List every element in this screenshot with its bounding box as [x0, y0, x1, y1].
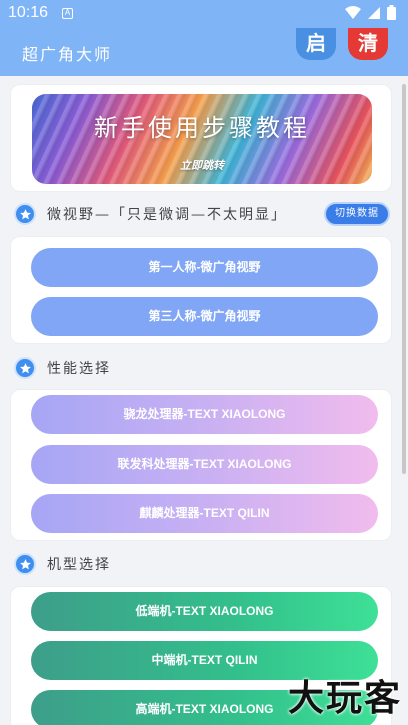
banner-card: 新手使用步骤教程 立即跳转	[10, 84, 392, 192]
mediatek-button[interactable]: 联发科处理器-TEXT XIAOLONG	[31, 445, 378, 484]
signal-icon	[368, 6, 380, 19]
system-icons	[345, 5, 396, 20]
section-label-view: 微视野—「只是微调—不太明显」	[47, 207, 287, 223]
tutorial-banner[interactable]: 新手使用步骤教程 立即跳转	[32, 94, 372, 184]
star-icon	[14, 553, 36, 575]
section-header-model: 机型选择	[14, 552, 111, 576]
notification-icon: A	[62, 8, 73, 19]
section-header-performance: 性能选择	[14, 356, 111, 380]
app-bar: 超广角大师 启 清	[0, 28, 408, 76]
snapdragon-button[interactable]: 骁龙处理器-TEXT XIAOLONG	[31, 395, 378, 434]
banner-title: 新手使用步骤教程	[94, 114, 310, 142]
switch-data-button[interactable]: 切换数据	[324, 202, 390, 226]
scrollbar[interactable]	[402, 84, 406, 474]
battery-icon	[387, 5, 396, 20]
start-button[interactable]: 启	[296, 28, 336, 60]
watermark: 大玩客	[287, 678, 402, 719]
section-label-model: 机型选择	[47, 557, 111, 573]
performance-card: 骁龙处理器-TEXT XIAOLONG 联发科处理器-TEXT XIAOLONG…	[10, 389, 392, 541]
status-time: 10:16	[8, 4, 49, 21]
third-person-button[interactable]: 第三人称-微广角视野	[31, 297, 378, 336]
kirin-button[interactable]: 麒麟处理器-TEXT QILIN	[31, 494, 378, 533]
app-title: 超广角大师	[22, 45, 113, 64]
status-bar: 10:16 A	[0, 0, 408, 28]
clear-button[interactable]: 清	[348, 28, 388, 60]
low-end-button[interactable]: 低端机-TEXT XIAOLONG	[31, 592, 378, 631]
wifi-icon	[345, 5, 361, 19]
section-header-view: 微视野—「只是微调—不太明显」	[14, 202, 287, 226]
banner-link[interactable]: 立即跳转	[32, 157, 372, 173]
view-card: 第一人称-微广角视野 第三人称-微广角视野	[10, 236, 392, 344]
star-icon	[14, 203, 36, 225]
first-person-button[interactable]: 第一人称-微广角视野	[31, 248, 378, 287]
section-label-performance: 性能选择	[47, 361, 111, 377]
star-icon	[14, 357, 36, 379]
